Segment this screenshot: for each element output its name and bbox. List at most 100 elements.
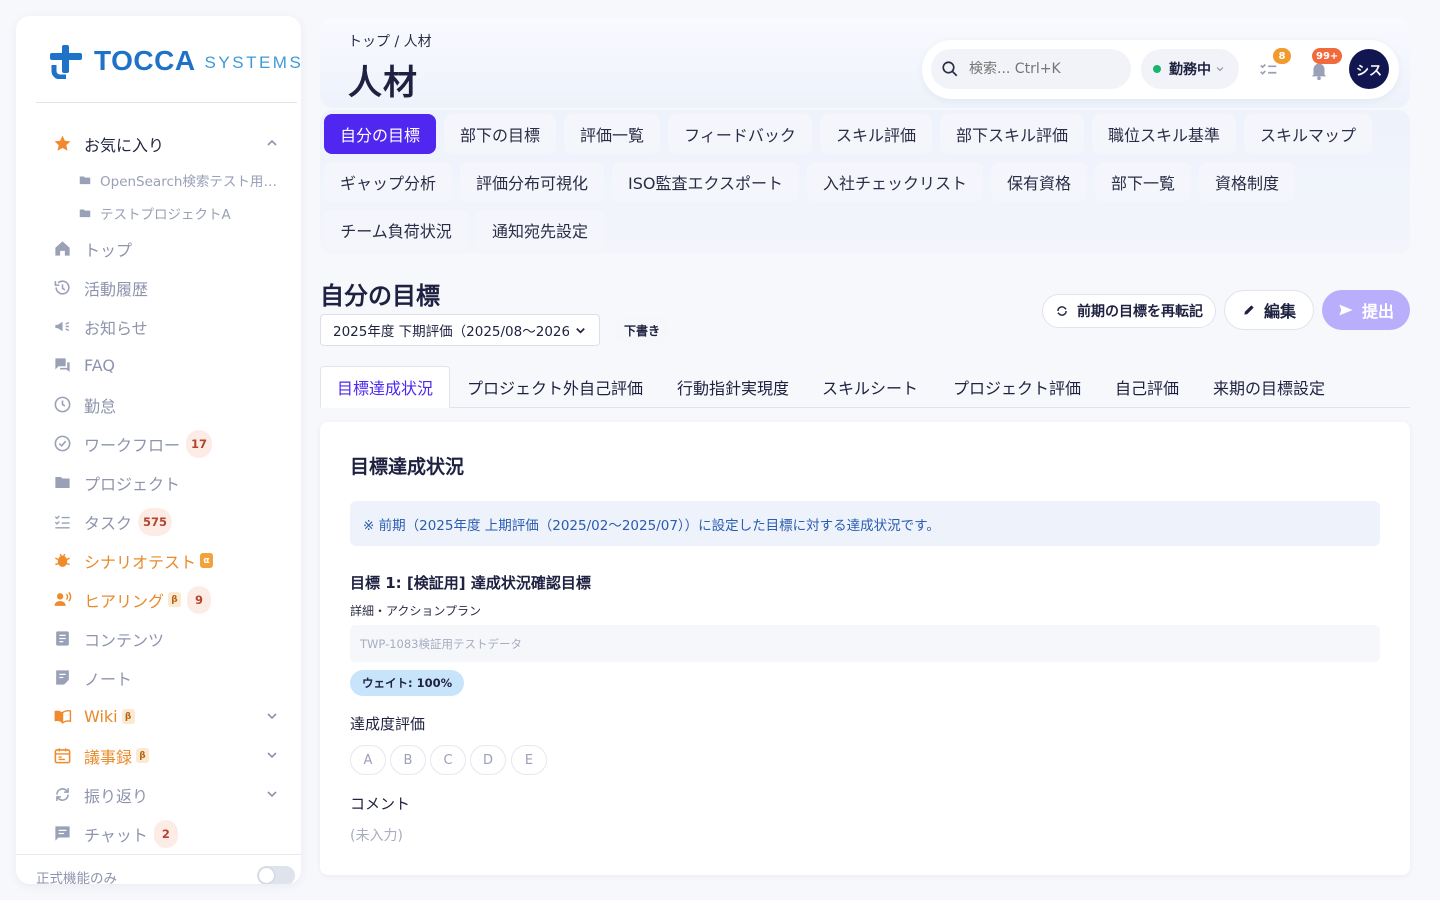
subtab-self-evaluation[interactable]: 自己評価 [1108, 366, 1186, 408]
sidebar-item-chat[interactable]: チャット 2 [16, 814, 301, 853]
sidebar-item-contents[interactable]: コンテンツ [16, 619, 301, 658]
sidebar-item-label: 活動履歴 [84, 279, 149, 299]
goal-subtabs: 目標達成状況 プロジェクト外自己評価 行動指針実現度 スキルシート プロジェクト… [320, 366, 1410, 408]
sidebar-item-task[interactable]: タスク 575 [16, 502, 301, 541]
subtab-skill-sheet[interactable]: スキルシート [813, 366, 927, 408]
sidebar-item-project[interactable]: プロジェクト [16, 463, 301, 502]
sidebar-item-retrospective[interactable]: 振り返り [16, 775, 301, 814]
sidebar-item-label: プロジェクト [84, 474, 181, 494]
tab-gap-analysis[interactable]: ギャップ分析 [324, 162, 452, 202]
breadcrumb[interactable]: トップ / 人材 [348, 31, 432, 51]
page-title: 人材 [348, 63, 418, 103]
sidebar-item-label: タスク [84, 513, 133, 533]
tab-skill-map[interactable]: スキルマップ [1244, 114, 1372, 154]
bug-icon [52, 551, 72, 571]
sidebar-divider [36, 102, 297, 103]
chevron-down-icon[interactable] [265, 709, 279, 723]
tab-subordinate-skill-evaluation[interactable]: 部下スキル評価 [940, 114, 1084, 154]
history-icon [52, 278, 72, 298]
feature-tabs: 自分の目標 部下の目標 評価一覧 フィードバック スキル評価 部下スキル評価 職… [320, 110, 1410, 254]
work-status-label: 勤務中 [1169, 62, 1211, 78]
sidebar-item-label: ノート [84, 669, 133, 689]
edit-button[interactable]: 編集 [1224, 290, 1314, 330]
book-icon [52, 707, 72, 727]
status-dot [1153, 65, 1161, 73]
sidebar-item-activity-history[interactable]: 活動履歴 [16, 268, 301, 307]
tab-qualifications[interactable]: 保有資格 [991, 162, 1087, 202]
sidebar-item-minutes[interactable]: 議事録 β [16, 736, 301, 775]
repost-previous-goals-button[interactable]: 前期の目標を再転記 [1042, 294, 1216, 328]
tab-notification-settings[interactable]: 通知宛先設定 [476, 210, 604, 250]
brand-sub: SYSTEMS [204, 53, 301, 72]
sidebar-item-scenario-test[interactable]: シナリオテスト α [16, 541, 301, 580]
task-count-badge: 8 [1273, 48, 1291, 64]
favorite-item-opensearch[interactable]: OpenSearch検索テスト用プロジェクト [16, 163, 301, 196]
subtab-achievement-status[interactable]: 目標達成状況 [320, 366, 450, 408]
grade-d-button[interactable]: D [470, 745, 506, 775]
tab-evaluation-list[interactable]: 評価一覧 [564, 114, 660, 154]
subtab-project-evaluation[interactable]: プロジェクト評価 [940, 366, 1094, 408]
sidebar-item-favorites[interactable]: お気に入り [16, 124, 301, 163]
refresh-icon [52, 785, 72, 805]
chat-count-badge: 2 [153, 819, 178, 848]
sidebar-item-label: トップ [84, 240, 133, 260]
brand-logo[interactable]: TOCCA SYSTEMS [48, 42, 301, 80]
sidebar-item-wiki[interactable]: Wiki β [16, 697, 301, 736]
note-icon [52, 668, 72, 688]
status-badge: 下書き [614, 316, 671, 344]
search-input[interactable] [969, 61, 1119, 77]
repost-button-label: 前期の目標を再転記 [1077, 304, 1203, 320]
sidebar-item-label: FAQ [84, 356, 115, 375]
pencil-icon [1244, 305, 1254, 315]
star-icon [52, 134, 72, 154]
subtab-behavior-guidelines[interactable]: 行動指針実現度 [663, 366, 803, 408]
tocca-logo-icon [50, 45, 82, 79]
chevron-up-icon[interactable] [265, 136, 279, 150]
detail-value: TWP-1083検証用テストデータ [350, 625, 1380, 662]
grade-c-button[interactable]: C [430, 745, 466, 775]
tab-team-workload[interactable]: チーム負荷状況 [324, 210, 468, 250]
grade-a-button[interactable]: A [350, 745, 386, 775]
sidebar-item-note[interactable]: ノート [16, 658, 301, 697]
chevron-down-icon[interactable] [265, 787, 279, 801]
chevron-down-icon[interactable] [265, 748, 279, 762]
period-select[interactable]: 2025年度 下期評価（2025/08〜2026/01） [320, 314, 600, 346]
search-icon [942, 61, 958, 77]
tab-skill-evaluation[interactable]: スキル評価 [820, 114, 932, 154]
sidebar-item-top[interactable]: トップ [16, 229, 301, 268]
tab-onboarding-checklist[interactable]: 入社チェックリスト [807, 162, 983, 202]
tab-qualification-system[interactable]: 資格制度 [1199, 162, 1295, 202]
tab-subordinate-list[interactable]: 部下一覧 [1095, 162, 1191, 202]
submit-button[interactable]: 提出 [1322, 290, 1410, 330]
sidebar-item-news[interactable]: お知らせ [16, 307, 301, 346]
tab-position-skill-standard[interactable]: 職位スキル基準 [1092, 114, 1236, 154]
search-box[interactable] [931, 49, 1131, 89]
folder-icon [79, 209, 91, 217]
check-circle-icon [52, 434, 72, 454]
detail-label: 詳細・アクションプラン [350, 604, 482, 618]
sidebar-item-hearing[interactable]: ヒアリング β 9 [16, 580, 301, 619]
task-count-badge: 575 [138, 507, 173, 536]
folder-icon [52, 473, 72, 493]
favorite-item-test-project-a[interactable]: テストプロジェクトA [16, 196, 301, 229]
document-icon [52, 629, 72, 649]
user-avatar[interactable]: シス [1349, 49, 1389, 89]
tab-my-goals[interactable]: 自分の目標 [324, 114, 436, 154]
tab-evaluation-distribution[interactable]: 評価分布可視化 [460, 162, 604, 202]
official-only-toggle[interactable] [257, 866, 295, 884]
work-status-dropdown[interactable]: 勤務中 [1141, 49, 1239, 89]
weight-badge: ウェイト: 100% [350, 670, 465, 696]
achievement-eval-label: 達成度評価 [350, 715, 426, 733]
grade-e-button[interactable]: E [511, 745, 547, 775]
subtab-non-project-self-evaluation[interactable]: プロジェクト外自己評価 [460, 366, 650, 408]
tab-feedback[interactable]: フィードバック [668, 114, 812, 154]
grade-b-button[interactable]: B [390, 745, 426, 775]
subtab-next-term-goals[interactable]: 来期の目標設定 [1202, 366, 1336, 408]
tab-iso-audit-export[interactable]: ISO監査エクスポート [612, 162, 799, 202]
tab-subordinate-goals[interactable]: 部下の目標 [444, 114, 556, 154]
sidebar-item-faq[interactable]: FAQ [16, 346, 301, 385]
info-banner: ※ 前期（2025年度 上期評価（2025/02〜2025/07））に設定した目… [350, 501, 1380, 546]
sidebar-item-attendance[interactable]: 勤怠 [16, 385, 301, 424]
sidebar-item-workflow[interactable]: ワークフロー 17 [16, 424, 301, 463]
achievement-card: 目標達成状況 ※ 前期（2025年度 上期評価（2025/02〜2025/07）… [320, 422, 1410, 875]
